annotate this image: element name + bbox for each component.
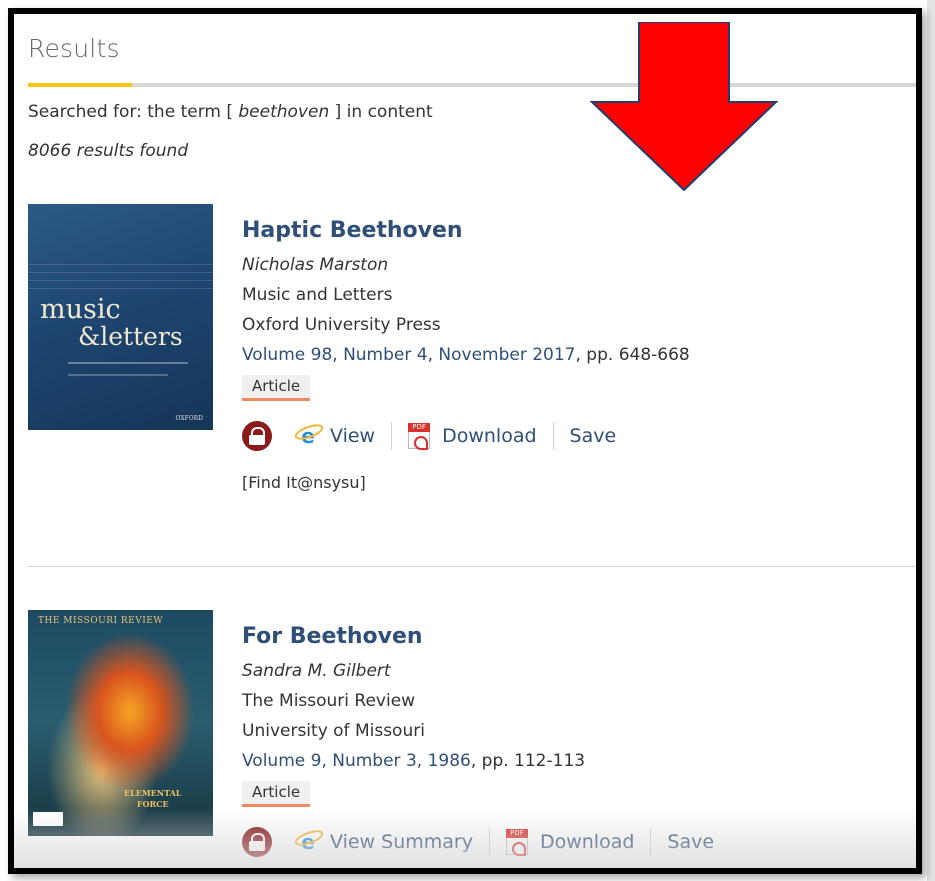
result-title-link[interactable]: Haptic Beethoven: [242, 218, 690, 243]
result-volume: Volume 9, Number 3, 1986, pp. 112-113: [242, 751, 714, 771]
screenshot-frame: Results Searched for: the term [ beethov…: [8, 8, 922, 874]
cover-masthead: THE MISSOURI REVIEW: [38, 616, 164, 626]
view-summary-button[interactable]: e View Summary: [296, 830, 473, 854]
result-metadata: Haptic Beethoven Nicholas Marston Music …: [242, 204, 690, 492]
result-title-link[interactable]: For Beethoven: [242, 624, 714, 649]
cover-headline-line1: ELEMENTAL: [124, 788, 182, 798]
cover-headline: ELEMENTAL FORCE: [124, 788, 181, 810]
result-author-link[interactable]: Nicholas Marston: [242, 255, 690, 275]
arrow-shape: [589, 22, 779, 192]
cover-staff-line: [28, 288, 213, 289]
view-summary-label: View Summary: [330, 831, 473, 853]
cover-fine-print: [68, 374, 168, 376]
result-journal-link[interactable]: The Missouri Review: [242, 691, 714, 711]
search-summary: Searched for: the term [ beethoven ] in …: [28, 102, 433, 122]
result-item: THE MISSOURI REVIEW ELEMENTAL FORCE For …: [28, 610, 916, 868]
result-publisher-link[interactable]: University of Missouri: [242, 721, 714, 741]
action-separator: [650, 828, 652, 856]
result-divider: [28, 566, 916, 567]
red-arrow-annotation: [589, 22, 779, 192]
find-it-link[interactable]: [Find It@nsysu]: [242, 473, 690, 492]
cover-title-line2: &letters: [78, 322, 183, 351]
cover-staff-line: [28, 264, 213, 265]
result-volume-link[interactable]: Volume 98, Number 4, November 2017: [242, 345, 576, 365]
action-separator: [391, 422, 393, 450]
save-button[interactable]: Save: [667, 831, 714, 853]
cover-title-line1: music: [40, 294, 121, 325]
result-publisher-link[interactable]: Oxford University Press: [242, 315, 690, 335]
result-actions: e View Download Save: [242, 421, 690, 451]
page-scrollbar[interactable]: [927, 0, 935, 881]
ie-icon: e: [296, 424, 320, 448]
search-prefix: Searched for: the term [: [28, 102, 233, 122]
cover-staff-line: [28, 280, 213, 281]
result-pages: , pp. 112-113: [470, 751, 586, 771]
heading-accent-bar: [28, 83, 132, 87]
result-count: 8066 results found: [28, 141, 189, 161]
barcode-image: [33, 812, 63, 826]
search-suffix: ] in content: [334, 102, 433, 122]
pdf-icon: [408, 423, 431, 450]
journal-cover-music-and-letters[interactable]: music &letters OXFORD: [28, 204, 213, 430]
result-metadata: For Beethoven Sandra M. Gilbert The Miss…: [242, 610, 714, 857]
lock-icon: [242, 827, 272, 857]
view-button[interactable]: e View: [296, 424, 375, 448]
download-label: Download: [539, 831, 635, 853]
save-button[interactable]: Save: [570, 425, 617, 447]
view-label: View: [330, 425, 376, 447]
result-pages: , pp. 648-668: [575, 345, 690, 365]
cover-staff-line: [28, 272, 213, 273]
download-button[interactable]: Download: [408, 423, 537, 450]
download-label: Download: [442, 425, 537, 447]
pdf-icon: [505, 829, 528, 856]
download-button[interactable]: Download: [505, 829, 635, 856]
page-title: Results: [28, 34, 120, 63]
cover-fine-print: [68, 362, 188, 364]
content-type-badge: Article: [242, 781, 311, 807]
action-separator: [552, 422, 554, 450]
result-journal-link[interactable]: Music and Letters: [242, 285, 690, 305]
result-volume-link[interactable]: Volume 9, Number 3, 1986: [242, 751, 471, 771]
journal-cover-missouri-review[interactable]: THE MISSOURI REVIEW ELEMENTAL FORCE: [28, 610, 213, 836]
search-term: beethoven: [238, 102, 330, 122]
results-panel: Results Searched for: the term [ beethov…: [14, 14, 916, 868]
result-actions: e View Summary Download Save: [242, 827, 714, 857]
action-separator: [488, 828, 490, 856]
cover-publisher-mark: OXFORD: [175, 415, 204, 422]
ie-icon: e: [296, 830, 320, 854]
result-volume: Volume 98, Number 4, November 2017, pp. …: [242, 345, 690, 365]
result-author-link[interactable]: Sandra M. Gilbert: [242, 661, 714, 681]
result-item: music &letters OXFORD Haptic Beethoven N…: [28, 204, 916, 572]
cover-headline-line2: FORCE: [136, 799, 169, 809]
lock-icon: [242, 421, 272, 451]
content-type-badge: Article: [242, 375, 311, 401]
